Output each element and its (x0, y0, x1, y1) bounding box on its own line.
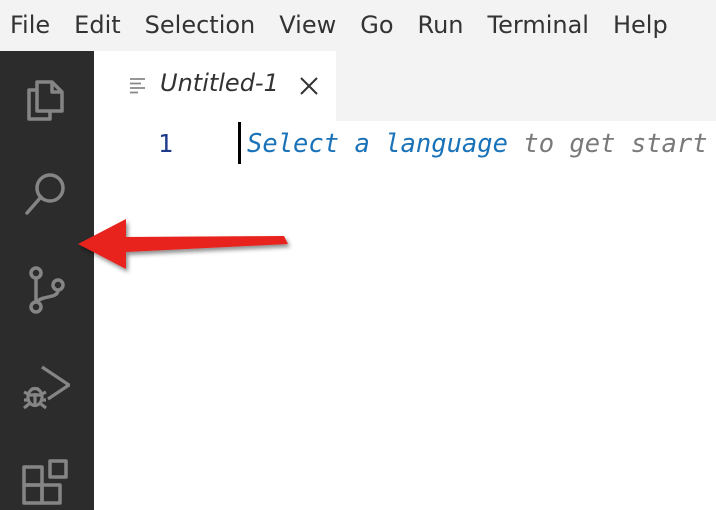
menu-file[interactable]: File (0, 0, 62, 51)
activity-bar (0, 51, 94, 510)
explorer-icon[interactable] (20, 73, 70, 123)
menu-go[interactable]: Go (348, 0, 405, 51)
tab-label: Untitled-1 (160, 69, 279, 97)
menu-bar: File Edit Selection View Go Run Terminal… (0, 0, 716, 51)
menu-help[interactable]: Help (601, 0, 680, 51)
close-icon[interactable] (298, 75, 320, 97)
run-debug-icon[interactable] (20, 363, 70, 413)
menu-edit[interactable]: Edit (62, 0, 132, 51)
text-cursor (238, 122, 241, 164)
hint-rest-text: to get start (508, 129, 708, 159)
menu-view[interactable]: View (267, 0, 348, 51)
menu-selection[interactable]: Selection (133, 0, 268, 51)
select-language-link[interactable]: Select a language (247, 129, 508, 159)
menu-terminal[interactable]: Terminal (476, 0, 601, 51)
source-control-icon[interactable] (20, 265, 70, 315)
editor-hint: Select a language to get start (247, 127, 708, 161)
search-icon[interactable] (20, 169, 70, 219)
tab-strip: Untitled-1 (94, 51, 716, 121)
menu-run[interactable]: Run (406, 0, 476, 51)
editor[interactable]: 1 Select a language to get start (94, 121, 716, 510)
tab-untitled-1[interactable]: Untitled-1 (94, 51, 336, 121)
line-number: 1 (158, 129, 174, 158)
extensions-icon[interactable] (20, 457, 70, 507)
file-lines-icon (130, 78, 145, 94)
